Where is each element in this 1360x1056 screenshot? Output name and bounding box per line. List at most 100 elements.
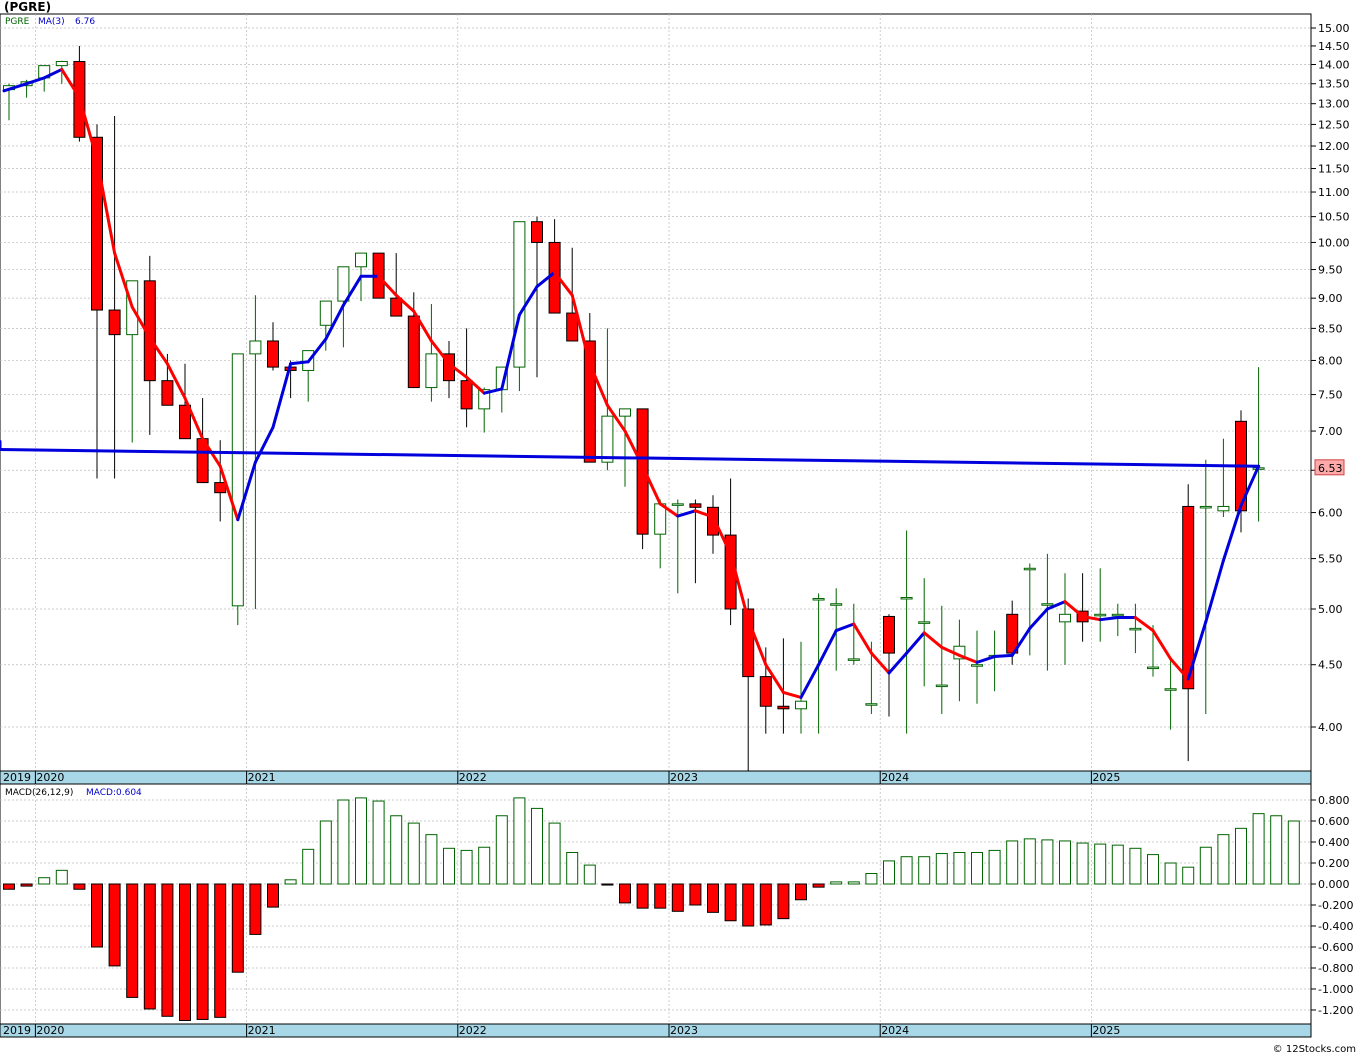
macd-bar [1217,834,1230,885]
macd-bar [918,856,931,885]
x-year-label: 2020 [36,1024,64,1037]
x-year-label: 2022 [459,771,487,784]
candle-body [619,408,631,417]
macd-bar [1164,862,1177,885]
x-year-label: 2025 [1092,1024,1120,1037]
candle-body [707,506,719,536]
macd-bar [759,883,772,926]
macd-bar [1094,843,1107,885]
macd-bar [161,883,174,1017]
macd-bar [847,881,860,885]
macd-bar [795,883,807,901]
price-y-axis: 15.00 14.50 14.00 13.50 13.00 12.50 12.00 11.50… [1311,22,1350,734]
price-tick-label: 7.50 [1318,389,1343,402]
candle-body [1147,666,1159,670]
macd-bar [91,883,103,948]
macd-bar [214,883,227,1018]
macd-bar [249,883,262,935]
candle-body [1217,505,1230,512]
candle-body [935,684,948,688]
price-tick-label: 8.50 [1318,322,1343,335]
candle-body [55,60,68,67]
legend-ma-value: 6.76 [75,17,95,27]
x-year-label: 2023 [670,771,698,784]
macd-bar [1023,838,1036,885]
macd-bar [935,853,948,885]
macd-bar [179,883,191,1021]
candle-body [812,598,825,601]
price-tick-label: 12.00 [1318,140,1350,153]
macd-bar [425,834,438,885]
macd-bar [724,883,737,922]
macd-bar [865,873,878,885]
footer-credit: © 12Stocks.com [1273,1044,1356,1055]
candle-body [689,503,702,508]
candle-body [847,658,860,661]
candle-body [1199,505,1212,509]
price-tick-label: 15.00 [1318,22,1350,35]
macd-bar [196,883,209,1020]
macd-bar [601,883,614,886]
macd-bar [1287,820,1300,885]
x-year-label: 2024 [881,771,909,784]
legend-symbol: PGRE [5,17,30,27]
candle-body [231,353,244,607]
x-year-label: 2020 [36,771,64,784]
price-tick-label: 4.00 [1318,721,1343,734]
macd-bar [478,846,491,885]
macd-bar [1129,847,1142,885]
macd-tick-label: 0.800 [1318,794,1350,807]
chart-canvas: (PGRE) 15.00 14.50 14.00 13.50 13.00 12.50 12.… [0,0,1356,1055]
macd-bar [1182,866,1195,885]
candle-body [601,415,614,463]
macd-tick-label: -0.400 [1318,920,1353,933]
candle-body [883,615,895,654]
candle-body [1094,613,1107,617]
macd-panel: 0.800 0.600 0.400 0.200 0.000 -0.200 -0.400 -0.… [0,783,1353,1025]
candle-body [1059,613,1071,623]
macd-bar [689,883,702,906]
macd-bar [654,883,667,909]
macd-bar [513,797,526,885]
price-tick-label: 6.00 [1318,507,1343,520]
macd-bar [3,883,15,890]
macd-bar [319,820,332,885]
price-tick-label: 11.00 [1318,186,1350,199]
ma-segment [993,653,1014,659]
macd-bar [777,883,790,920]
x-year-label: 2025 [1092,771,1120,784]
macd-tick-label: -0.600 [1318,941,1353,954]
x-year-label: 2024 [881,1024,909,1037]
candle-body [319,300,332,326]
macd-bar [302,848,315,885]
macd-bar [1270,815,1283,885]
macd-bar [55,869,68,885]
x-year-label: 2021 [248,771,276,784]
candle-body [900,596,913,600]
macd-bar [495,815,508,885]
macd-bar [830,881,843,885]
x-year-label: 2019 [3,771,31,784]
macd-bar [267,883,279,908]
candle-body [777,705,790,710]
candle [231,353,244,626]
macd-bar [1076,842,1089,885]
macd-bar [38,877,51,885]
x-year-label: 2021 [248,1024,276,1037]
macd-bar [372,800,385,885]
last-price-marker: 6.53 [1314,459,1345,476]
price-tick-label: 5.00 [1318,603,1343,616]
macd-tick-label: 0.200 [1318,857,1350,870]
candle-body [830,603,843,606]
price-tick-label: 7.00 [1318,425,1343,438]
x-year-label: 2019 [3,1024,31,1037]
candle [636,408,649,550]
macd-bar [1059,840,1071,885]
macd-bar [284,879,297,885]
macd-bar [126,883,139,998]
price-tick-label: 11.50 [1318,163,1350,176]
macd-bar [460,849,473,885]
macd-tick-label: -0.800 [1318,962,1353,975]
candle-body [671,503,684,506]
macd-tick-label: 0.000 [1318,878,1350,891]
